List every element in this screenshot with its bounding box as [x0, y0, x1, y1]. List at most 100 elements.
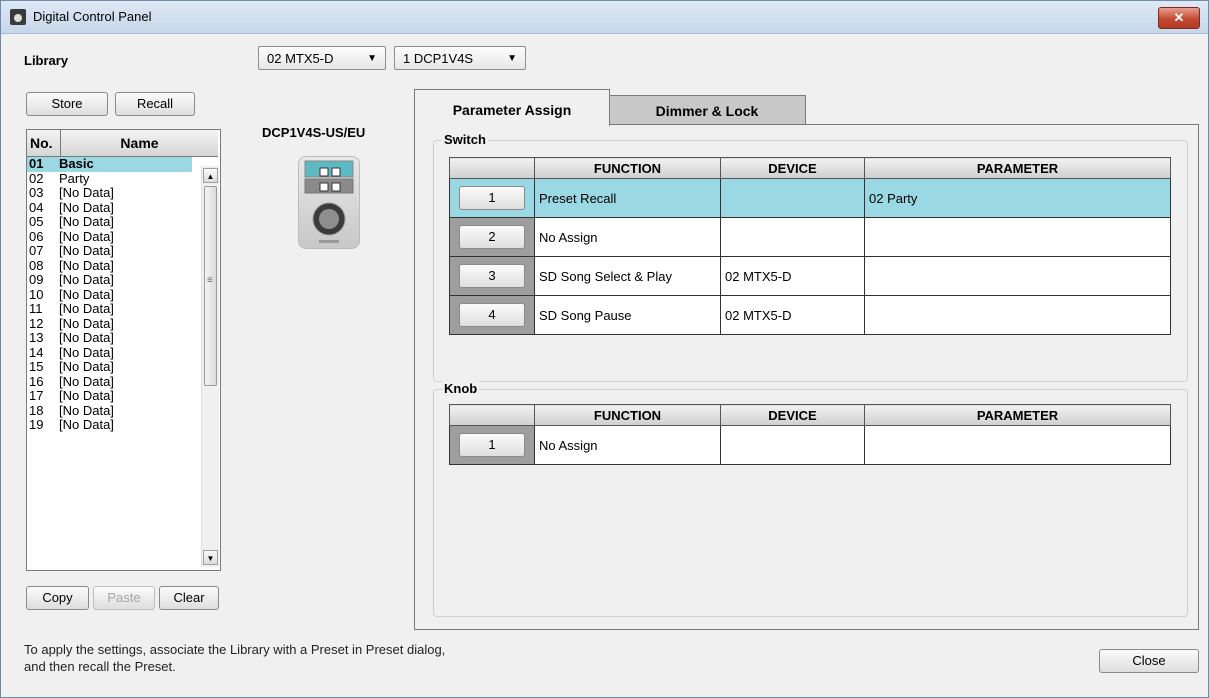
- parameter-cell[interactable]: [864, 295, 1171, 335]
- dcp-panel-icon: [304, 160, 354, 243]
- library-row[interactable]: 10 [No Data]: [27, 287, 192, 303]
- library-row-no: 18: [29, 402, 44, 418]
- switch-row[interactable]: 3 SD Song Select & Play 02 MTX5-D: [449, 256, 1171, 296]
- library-row[interactable]: 19 [No Data]: [27, 417, 192, 433]
- device-cell[interactable]: 02 MTX5-D: [720, 295, 865, 335]
- function-cell[interactable]: No Assign: [534, 217, 721, 257]
- paste-button: Paste: [93, 586, 155, 610]
- library-row-no: 12: [29, 315, 44, 331]
- device-header: DEVICE: [720, 404, 865, 426]
- library-row[interactable]: 02 Party: [27, 170, 192, 187]
- copy-button[interactable]: Copy: [26, 586, 89, 610]
- column-header-name[interactable]: Name: [61, 130, 218, 156]
- library-row[interactable]: 07 [No Data]: [27, 243, 192, 259]
- scroll-down-icon[interactable]: ▼: [203, 550, 218, 565]
- device-cell[interactable]: [720, 217, 865, 257]
- library-list: No. Name 01 Basic 02 Party 03 [No Data] 04 [No …: [26, 129, 221, 571]
- function-cell[interactable]: SD Song Select & Play: [534, 256, 721, 296]
- column-header-no[interactable]: No.: [27, 130, 61, 156]
- recall-button[interactable]: Recall: [115, 92, 195, 116]
- device-cell[interactable]: [720, 178, 865, 218]
- function-cell[interactable]: Preset Recall: [534, 178, 721, 218]
- library-row-name: [No Data]: [59, 199, 114, 215]
- num-cell: 4: [449, 295, 535, 335]
- library-row-name: [No Data]: [59, 228, 114, 244]
- switch-number-button[interactable]: 2: [459, 225, 525, 249]
- parameter-header: PARAMETER: [864, 404, 1171, 426]
- library-row-name: [No Data]: [59, 214, 114, 229]
- switch-number-button[interactable]: 3: [459, 264, 525, 288]
- library-row-no: 13: [29, 330, 44, 345]
- library-row-name: [No Data]: [59, 272, 114, 287]
- knob-group: Knob FUNCTION DEVICE PARAMETER 1 No Assig…: [433, 381, 1188, 617]
- knob-number-button[interactable]: 1: [459, 433, 525, 457]
- chevron-down-icon: ▼: [507, 53, 517, 64]
- num-header: [449, 404, 535, 426]
- num-cell: 1: [449, 425, 535, 465]
- library-row[interactable]: 04 [No Data]: [27, 199, 192, 216]
- knob-group-label: Knob: [442, 381, 480, 396]
- library-row[interactable]: 08 [No Data]: [27, 257, 192, 274]
- library-row-no: 02: [29, 170, 44, 186]
- tab-parameter-assign[interactable]: Parameter Assign: [414, 89, 610, 126]
- num-cell: 1: [449, 178, 535, 218]
- clear-button[interactable]: Clear: [159, 586, 219, 610]
- knob-row[interactable]: 1 No Assign: [449, 425, 1171, 465]
- library-row[interactable]: 18 [No Data]: [27, 402, 192, 419]
- library-row-name: [No Data]: [59, 301, 114, 316]
- library-row[interactable]: 01 Basic: [27, 156, 192, 172]
- panel-select[interactable]: 1 DCP1V4S ▼: [394, 46, 526, 70]
- switch-number-button[interactable]: 4: [459, 303, 525, 327]
- library-row[interactable]: 11 [No Data]: [27, 301, 192, 317]
- tab-dimmer-lock[interactable]: Dimmer & Lock: [608, 95, 806, 126]
- window-close-button[interactable]: ✕: [1158, 7, 1200, 29]
- library-row[interactable]: 17 [No Data]: [27, 388, 192, 404]
- device-select-value: 02 MTX5-D: [267, 51, 334, 66]
- switch-row[interactable]: 2 No Assign: [449, 217, 1171, 257]
- switch-number-button[interactable]: 1: [459, 186, 525, 210]
- num-header: [449, 157, 535, 179]
- device-cell[interactable]: 02 MTX5-D: [720, 256, 865, 296]
- parameter-cell[interactable]: [864, 425, 1171, 465]
- app-icon: [10, 9, 26, 25]
- library-row[interactable]: 06 [No Data]: [27, 228, 192, 245]
- parameter-cell[interactable]: 02 Party: [864, 178, 1171, 218]
- library-row-name: [No Data]: [59, 359, 114, 374]
- function-cell[interactable]: SD Song Pause: [534, 295, 721, 335]
- close-button[interactable]: Close: [1099, 649, 1199, 673]
- library-row-no: 15: [29, 359, 44, 374]
- scroll-up-icon[interactable]: ▲: [203, 168, 218, 183]
- library-row-name: [No Data]: [59, 185, 114, 200]
- library-row-name: [No Data]: [59, 344, 114, 360]
- library-label: Library: [24, 53, 69, 68]
- library-row-name: [No Data]: [59, 257, 114, 273]
- library-scrollbar[interactable]: ▲ ▼: [201, 166, 219, 567]
- library-row-no: 16: [29, 373, 44, 389]
- library-row[interactable]: 12 [No Data]: [27, 315, 192, 332]
- scroll-thumb[interactable]: [204, 186, 217, 386]
- device-select[interactable]: 02 MTX5-D ▼: [258, 46, 386, 70]
- library-row-name: [No Data]: [59, 373, 114, 389]
- library-row[interactable]: 03 [No Data]: [27, 185, 192, 201]
- device-cell[interactable]: [720, 425, 865, 465]
- device-header: DEVICE: [720, 157, 865, 179]
- library-row-name: Basic: [59, 156, 94, 171]
- library-row[interactable]: 13 [No Data]: [27, 330, 192, 346]
- switch-row[interactable]: 4 SD Song Pause 02 MTX5-D: [449, 295, 1171, 335]
- library-row[interactable]: 09 [No Data]: [27, 272, 192, 288]
- switch-group-label: Switch: [442, 132, 488, 147]
- window-title: Digital Control Panel: [33, 9, 152, 24]
- num-cell: 3: [449, 256, 535, 296]
- library-row[interactable]: 14 [No Data]: [27, 344, 192, 361]
- function-cell[interactable]: No Assign: [534, 425, 721, 465]
- library-row[interactable]: 15 [No Data]: [27, 359, 192, 375]
- library-row[interactable]: 05 [No Data]: [27, 214, 192, 230]
- store-button[interactable]: Store: [26, 92, 108, 116]
- switch-row[interactable]: 1 Preset Recall 02 Party: [449, 178, 1171, 218]
- device-image: [298, 156, 360, 249]
- digital-control-panel-window: Digital Control Panel ✕ Library 02 MTX5-…: [0, 0, 1209, 698]
- parameter-cell[interactable]: [864, 217, 1171, 257]
- library-row[interactable]: 16 [No Data]: [27, 373, 192, 390]
- parameter-cell[interactable]: [864, 256, 1171, 296]
- library-row-name: Party: [59, 170, 90, 186]
